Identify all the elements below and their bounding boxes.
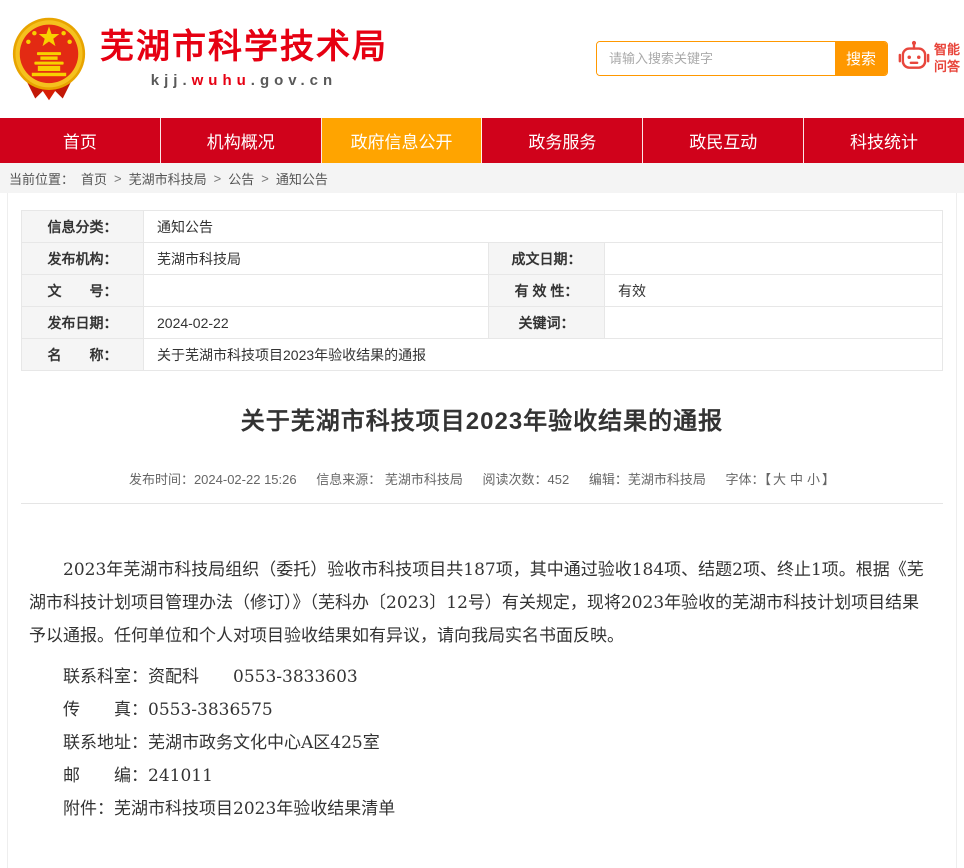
contact-zipcode: 邮 编：241011 <box>29 760 935 793</box>
font-size-large-button[interactable]: 大 <box>773 472 786 487</box>
nav-item-org-overview[interactable]: 机构概况 <box>161 118 322 163</box>
info-pub-date-label: 发布日期： <box>22 307 144 339</box>
info-doc-no-label: 文 号： <box>22 275 144 307</box>
main-nav: 首页 机构概况 政府信息公开 政务服务 政民互动 科技统计 <box>0 118 964 163</box>
table-row: 发布日期： 2024-02-22 关键词： <box>22 307 943 339</box>
view-count: 阅读次数：452 <box>482 472 569 487</box>
font-size-controls: 字体：【大中小】 <box>725 472 835 487</box>
main-content: 信息分类： 通知公告 发布机构： 芜湖市科技局 成文日期： 文 号： 有 效 性… <box>7 193 957 868</box>
font-size-small-button[interactable]: 小 <box>807 472 820 487</box>
article-title: 关于芜湖市科技项目2023年验收结果的通报 <box>21 401 943 436</box>
search-button[interactable]: 搜索 <box>835 42 887 75</box>
info-name-label: 名 称： <box>22 339 144 371</box>
info-written-date-value <box>605 243 943 275</box>
attachment-link[interactable]: 芜湖市科技项目2023年验收结果清单 <box>114 799 395 819</box>
robot-icon <box>898 39 930 79</box>
info-keywords-value <box>605 307 943 339</box>
nav-item-tech-statistics[interactable]: 科技统计 <box>804 118 964 163</box>
nav-item-gov-info-disclosure[interactable]: 政府信息公开 <box>322 118 483 163</box>
search-box: 搜索 <box>596 41 888 76</box>
site-title: 芜湖市科学技术局 <box>100 29 388 66</box>
breadcrumb-bureau[interactable]: 芜湖市科技局 <box>129 169 207 188</box>
info-name-value: 关于芜湖市科技项目2023年验收结果的通报 <box>144 339 943 371</box>
nav-item-home[interactable]: 首页 <box>0 118 161 163</box>
info-validity-value: 有效 <box>605 275 943 307</box>
document-info-table: 信息分类： 通知公告 发布机构： 芜湖市科技局 成文日期： 文 号： 有 效 性… <box>21 210 943 371</box>
breadcrumb-prefix: 当前位置： <box>9 169 74 188</box>
info-category-label: 信息分类： <box>22 211 144 243</box>
breadcrumb-notices[interactable]: 通知公告 <box>276 169 328 188</box>
font-size-medium-button[interactable]: 中 <box>790 472 803 487</box>
breadcrumb-announcements[interactable]: 公告 <box>228 169 254 188</box>
nav-item-gov-services[interactable]: 政务服务 <box>482 118 643 163</box>
article-meta: 发布时间：2024-02-22 15:26 信息来源： 芜湖市科技局 阅读次数：… <box>21 469 943 488</box>
article-body: 2023年芜湖市科技局组织（委托）验收市科技项目共187项，其中通过验收184项… <box>21 554 943 826</box>
attachment-label: 附件： <box>63 799 114 819</box>
info-category-value: 通知公告 <box>144 211 943 243</box>
body-paragraph: 2023年芜湖市科技局组织（委托）验收市科技项目共187项，其中通过验收184项… <box>29 554 935 653</box>
brand-link[interactable]: 芜湖市科学技术局 kjj.wuhu.gov.cn <box>6 14 388 104</box>
contact-department: 联系科室：资配科 0553-3833603 <box>29 661 935 694</box>
meta-divider <box>21 503 943 504</box>
breadcrumb: 当前位置： 首页 > 芜湖市科技局 > 公告 > 通知公告 <box>0 163 964 193</box>
info-doc-no-value <box>144 275 489 307</box>
table-row: 文 号： 有 效 性： 有效 <box>22 275 943 307</box>
national-emblem-icon <box>6 14 92 104</box>
info-keywords-label: 关键词： <box>489 307 605 339</box>
breadcrumb-home[interactable]: 首页 <box>81 169 107 188</box>
table-row: 信息分类： 通知公告 <box>22 211 943 243</box>
nav-item-public-interaction[interactable]: 政民互动 <box>643 118 804 163</box>
table-row: 发布机构： 芜湖市科技局 成文日期： <box>22 243 943 275</box>
info-source: 信息来源： 芜湖市科技局 <box>316 472 463 487</box>
search-input[interactable] <box>597 42 835 75</box>
site-url: kjj.wuhu.gov.cn <box>151 72 337 89</box>
table-row: 名 称： 关于芜湖市科技项目2023年验收结果的通报 <box>22 339 943 371</box>
info-agency-label: 发布机构： <box>22 243 144 275</box>
info-written-date-label: 成文日期： <box>489 243 605 275</box>
attachment-line: 附件：芜湖市科技项目2023年验收结果清单 <box>29 793 935 826</box>
info-agency-value: 芜湖市科技局 <box>144 243 489 275</box>
editor: 编辑：芜湖市科技局 <box>589 472 706 487</box>
info-pub-date-value: 2024-02-22 <box>144 307 489 339</box>
smart-qa-label: 智能 问答 <box>934 42 960 76</box>
publish-time: 发布时间：2024-02-22 15:26 <box>129 472 297 487</box>
info-validity-label: 有 效 性： <box>489 275 605 307</box>
contact-fax: 传 真：0553-3836575 <box>29 694 935 727</box>
smart-qa-button[interactable]: 智能 问答 <box>898 39 960 79</box>
contact-info: 联系科室：资配科 0553-3833603 传 真：0553-3836575 联… <box>29 661 935 793</box>
site-header: 芜湖市科学技术局 kjj.wuhu.gov.cn 搜索 <box>0 0 964 118</box>
contact-address: 联系地址：芜湖市政务文化中心A区425室 <box>29 727 935 760</box>
